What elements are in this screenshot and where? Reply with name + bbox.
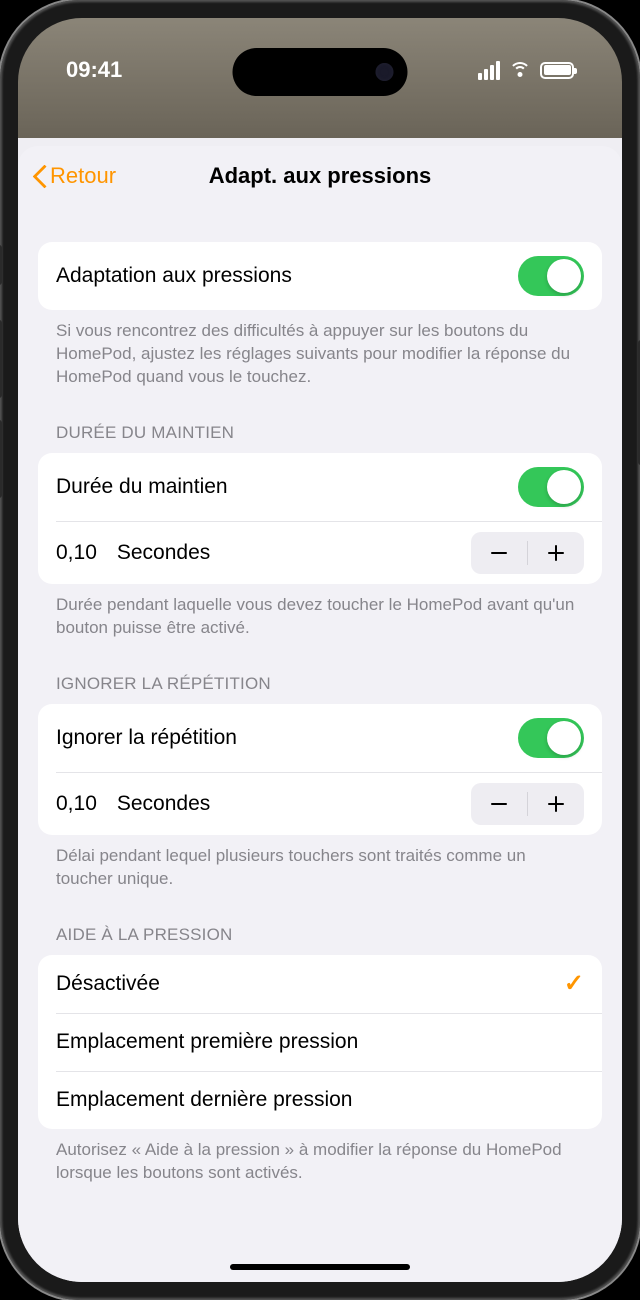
home-indicator[interactable]	[230, 1264, 410, 1270]
group-ignore-repeat: IGNORER LA RÉPÉTITION Ignorer la répétit…	[38, 674, 602, 891]
group-hold-duration: DURÉE DU MAINTIEN Durée du maintien 0,10…	[38, 423, 602, 640]
stepper-plus-button[interactable]	[528, 532, 584, 574]
stepper-minus-button[interactable]	[471, 532, 527, 574]
row-label: Durée du maintien	[56, 475, 228, 499]
ignore-value: 0,10	[56, 792, 97, 816]
stepper-hold	[471, 532, 584, 574]
group-main: Adaptation aux pressions Si vous rencont…	[38, 242, 602, 389]
option-label: Emplacement première pression	[56, 1030, 358, 1054]
group-footer: Délai pendant lequel plusieurs touchers …	[38, 835, 602, 891]
row-touch-accommodations[interactable]: Adaptation aux pressions	[38, 242, 602, 310]
toggle-ignore-repeat[interactable]	[518, 718, 584, 758]
row-label: Ignorer la répétition	[56, 726, 237, 750]
volume-down	[0, 420, 2, 498]
hold-value: 0,10	[56, 541, 97, 565]
option-initial-touch[interactable]: Emplacement première pression	[56, 1013, 602, 1071]
wifi-icon	[508, 61, 532, 79]
row-hold-value: 0,10 Secondes	[56, 521, 602, 584]
toggle-hold-duration[interactable]	[518, 467, 584, 507]
ignore-unit: Secondes	[117, 792, 210, 816]
option-final-touch[interactable]: Emplacement dernière pression	[56, 1071, 602, 1129]
iphone-frame: 09:41 Retour Adapt. aux pressions	[0, 0, 640, 1300]
toggle-touch-accommodations[interactable]	[518, 256, 584, 296]
row-ignore-repeat[interactable]: Ignorer la répétition	[38, 704, 602, 772]
row-hold-duration[interactable]: Durée du maintien	[38, 453, 602, 521]
settings-sheet: Retour Adapt. aux pressions Adaptation a…	[18, 146, 622, 1282]
group-header: AIDE À LA PRESSION	[38, 925, 602, 955]
back-button[interactable]: Retour	[32, 162, 116, 190]
status-time: 09:41	[66, 57, 122, 83]
group-footer: Durée pendant laquelle vous devez touche…	[38, 584, 602, 640]
group-footer: Autorisez « Aide à la pression » à modif…	[38, 1129, 602, 1185]
group-footer: Si vous rencontrez des difficultés à app…	[38, 310, 602, 389]
checkmark-icon: ✓	[564, 969, 584, 998]
option-label: Désactivée	[56, 972, 160, 996]
dynamic-island	[233, 48, 408, 96]
group-tap-assistance: AIDE À LA PRESSION Désactivée ✓ Emplacem…	[38, 925, 602, 1185]
volume-up	[0, 320, 2, 398]
cellular-icon	[478, 61, 500, 80]
stepper-minus-button[interactable]	[471, 783, 527, 825]
front-camera	[376, 63, 394, 81]
ring-switch	[0, 245, 2, 285]
battery-icon	[540, 62, 574, 79]
row-label: Adaptation aux pressions	[56, 264, 292, 288]
back-label: Retour	[50, 163, 116, 189]
hold-unit: Secondes	[117, 541, 210, 565]
option-label: Emplacement dernière pression	[56, 1088, 352, 1112]
chevron-left-icon	[32, 162, 48, 190]
nav-bar: Retour Adapt. aux pressions	[18, 146, 622, 206]
row-ignore-value: 0,10 Secondes	[56, 772, 602, 835]
screen: 09:41 Retour Adapt. aux pressions	[18, 18, 622, 1282]
group-header: IGNORER LA RÉPÉTITION	[38, 674, 602, 704]
stepper-plus-button[interactable]	[528, 783, 584, 825]
group-header: DURÉE DU MAINTIEN	[38, 423, 602, 453]
stepper-ignore	[471, 783, 584, 825]
option-off[interactable]: Désactivée ✓	[38, 955, 602, 1013]
